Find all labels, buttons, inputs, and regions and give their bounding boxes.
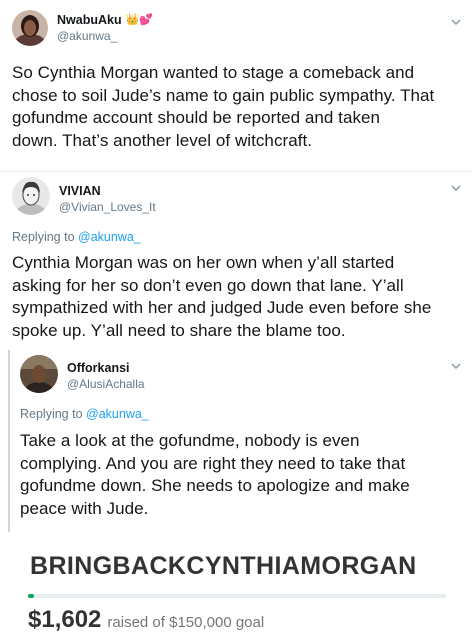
- tweet-text-line: chose to soil Jude’s name to gain public…: [12, 85, 435, 105]
- tweet-text-line: gofundme account should be reported and …: [12, 108, 381, 127]
- tweet-text: Take a look at the gofundme, nobody is e…: [20, 430, 468, 520]
- name-emoji: 👑💕: [125, 13, 153, 26]
- replying-to: Replying to @akunwa_: [20, 407, 149, 421]
- display-name[interactable]: NwabuAku 👑💕: [57, 12, 153, 28]
- tweet-text-line: gofundme down. She needs to apologize an…: [20, 476, 410, 495]
- chevron-down-icon[interactable]: [450, 182, 462, 194]
- tweet-nwabuaku: NwabuAku 👑💕 @akunwa_ So Cynthia Morgan w…: [0, 0, 472, 172]
- thread-line: [8, 350, 10, 532]
- avatar[interactable]: [20, 355, 58, 393]
- raised-summary: $1,602 raised of $150,000 goal: [28, 606, 264, 634]
- tweet-text: So Cynthia Morgan wanted to stage a come…: [12, 62, 467, 152]
- tweet-header: VIVIAN @Vivian_Loves_It: [12, 177, 156, 215]
- reply-mention-link[interactable]: @akunwa_: [78, 230, 141, 244]
- display-name-text: NwabuAku: [57, 13, 122, 27]
- progress-bar: [28, 594, 446, 598]
- tweet-header: Offorkansi @AlusiAchalla: [20, 355, 145, 393]
- raised-amount: $1,602: [28, 606, 102, 633]
- tweet-header: NwabuAku 👑💕 @akunwa_: [12, 10, 153, 46]
- tweet-text-line: asking for her so don’t even go down tha…: [12, 275, 404, 295]
- tweet-text-line: spoke up. Y’all need to share the blame …: [12, 320, 346, 340]
- chevron-down-icon[interactable]: [450, 360, 462, 372]
- replying-prefix: Replying to: [12, 230, 75, 244]
- display-name-text: VIVIAN: [59, 184, 101, 198]
- avatar[interactable]: [12, 177, 50, 215]
- campaign-title: BRINGBACKCYNTHIAMORGAN: [30, 552, 417, 580]
- handle[interactable]: @AlusiAchalla: [67, 376, 145, 392]
- tweet-text-line: Cynthia Morgan was on her own when y’all…: [12, 253, 395, 272]
- progress-fill: [28, 594, 35, 598]
- display-name-text: Offorkansi: [67, 361, 130, 375]
- tweet-text-line: peace with Jude.: [20, 498, 149, 518]
- chevron-down-icon[interactable]: [450, 16, 462, 28]
- tweet-text-line: complying. And you are right they need t…: [20, 453, 406, 473]
- display-name[interactable]: VIVIAN: [59, 183, 156, 199]
- avatar[interactable]: [12, 10, 48, 46]
- gofundme-card[interactable]: BRINGBACKCYNTHIAMORGAN $1,602 raised of …: [6, 532, 468, 644]
- tweet-vivian: VIVIAN @Vivian_Loves_It Replying to @aku…: [0, 172, 472, 350]
- display-name[interactable]: Offorkansi: [67, 360, 145, 376]
- tweet-text-line: Take a look at the gofundme, nobody is e…: [20, 431, 360, 450]
- goal-text: raised of $150,000 goal: [107, 614, 265, 631]
- handle[interactable]: @Vivian_Loves_It: [59, 199, 156, 215]
- tweet-text-line: sympathized with her and judged Jude eve…: [12, 298, 432, 317]
- tweet-text: Cynthia Morgan was on her own when y’all…: [12, 252, 467, 342]
- tweet-text-line: down. That’s another level of witchcraft…: [12, 130, 313, 150]
- tweet-text-line: So Cynthia Morgan wanted to stage a come…: [12, 63, 415, 82]
- replying-to: Replying to @akunwa_: [12, 230, 141, 244]
- handle[interactable]: @akunwa_: [57, 28, 153, 44]
- replying-prefix: Replying to: [20, 407, 83, 421]
- reply-mention-link[interactable]: @akunwa_: [86, 407, 149, 421]
